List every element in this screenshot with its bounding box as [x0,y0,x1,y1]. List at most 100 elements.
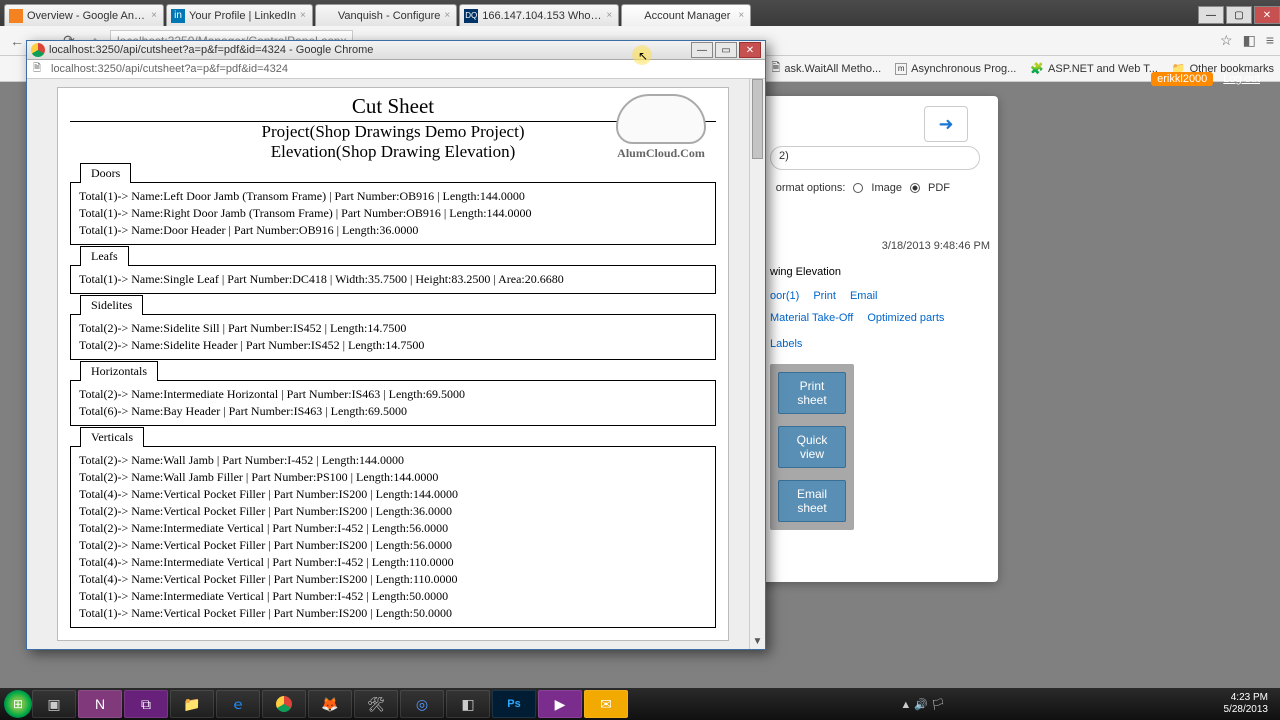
task-vs[interactable]: ⧉ [124,690,168,718]
close-icon[interactable]: × [738,10,744,21]
quick-view-button[interactable]: Quick view [778,426,846,468]
task-app1[interactable]: ◎ [400,690,444,718]
section-heading: Leafs [80,246,129,266]
link-door[interactable]: oor(1) [770,290,799,302]
forward-arrow-button[interactable]: ➜ [924,106,968,142]
data-row: Total(2)-> Name:Sidelite Header | Part N… [79,338,707,353]
close-icon[interactable]: × [151,10,157,21]
cloud-icon [616,94,706,144]
clock-time: 4:23 PM [1223,692,1268,704]
tray-icons[interactable]: ▲ 🔊 🏳 [900,698,945,711]
data-row: Total(2)-> Name:Sidelite Sill | Part Num… [79,321,707,336]
document-viewport[interactable]: Cut Sheet Project(Shop Drawings Demo Pro… [27,79,749,649]
logout-link[interactable]: Log out [1223,73,1260,85]
email-sheet-button[interactable]: Email sheet [778,480,846,522]
elevation-info: 3/18/2013 9:48:46 PM wing Elevation oor(… [770,240,990,530]
page-icon: m [895,63,907,75]
favicon-icon: in [171,9,185,23]
bookmark-waitall[interactable]: 🗎ask.WaitAll Metho... [772,59,882,78]
close-icon[interactable]: × [444,10,450,21]
bookmark-label: Asynchronous Prog... [911,63,1016,75]
tab-account-manager[interactable]: Account Manager × [621,4,751,26]
bookmark-label: ASP.NET and Web T... [1048,63,1158,75]
popup-url-text: localhost:3250/api/cutsheet?a=p&f=pdf&id… [51,63,288,75]
favicon-icon [626,9,640,23]
close-icon[interactable]: × [606,10,612,21]
popup-title-text: localhost:3250/api/cutsheet?a=p&f=pdf&id… [49,44,373,56]
search-input[interactable]: 2) [770,146,980,170]
task-media[interactable]: ▶ [538,690,582,718]
task-onenote[interactable]: N [78,690,122,718]
user-chip[interactable]: erikkl2000 [1151,72,1213,86]
data-row: Total(2)-> Name:Wall Jamb | Part Number:… [79,453,707,468]
link-material-takeoff[interactable]: Material Take-Off [770,312,853,324]
tab-label: Your Profile | LinkedIn [189,10,296,22]
format-label: ormat options: [776,182,846,194]
browser-tabstrip: Overview - Google Analy× in Your Profile … [0,0,1280,26]
tab-linkedin[interactable]: in Your Profile | LinkedIn × [166,4,313,26]
section-heading: Horizontals [80,361,158,381]
link-print[interactable]: Print [813,290,836,302]
task-chrome[interactable] [262,690,306,718]
data-row: Total(2)-> Name:Vertical Pocket Filler |… [79,538,707,553]
task-cmd[interactable]: ▣ [32,690,76,718]
input-value: 2) [779,150,789,162]
elevation-name: wing Elevation [770,266,990,278]
clock-date: 5/28/2013 [1223,704,1268,716]
popup-close-button[interactable]: ✕ [739,42,761,58]
section-leafs: Leafs Total(1)-> Name:Single Leaf | Part… [70,245,716,294]
menu-icon[interactable]: ≡ [1266,32,1274,49]
data-row: Total(4)-> Name:Vertical Pocket Filler |… [79,487,707,502]
task-explorer[interactable]: 📁 [170,690,214,718]
link-email[interactable]: Email [850,290,878,302]
tab-label: Account Manager [644,10,734,22]
timestamp: 3/18/2013 9:48:46 PM [770,240,990,252]
back-button[interactable]: ← [6,30,28,52]
scroll-down-icon[interactable]: ▼ [750,633,765,649]
start-button[interactable]: ⊞ [4,690,32,718]
taskbar: ⊞ ▣ N ⧉ 📁 ｅ 🦊 🛠 ◎ ◧ Ps ▶ ✉ ▲ 🔊 🏳 4:23 PM… [0,688,1280,720]
bookmark-label: ask.WaitAll Metho... [784,63,881,75]
link-optimized-parts[interactable]: Optimized parts [867,312,944,324]
maximize-button[interactable]: ▢ [1226,6,1252,24]
data-row: Total(2)-> Name:Wall Jamb Filler | Part … [79,470,707,485]
task-outlook[interactable]: ✉ [584,690,628,718]
link-labels[interactable]: Labels [770,338,802,350]
radio-pdf[interactable] [910,183,920,193]
popup-address-bar[interactable]: 🗎 localhost:3250/api/cutsheet?a=p&f=pdf&… [27,60,765,79]
scrollbar[interactable]: ▲ ▼ [749,79,765,649]
tab-label: 166.147.104.153 Whois lo [482,10,602,22]
action-buttons: Print sheet Quick view Email sheet [770,364,854,530]
section-sidelites: Sidelites Total(2)-> Name:Sidelite Sill … [70,294,716,360]
user-bar: erikkl2000 Log out [1151,72,1260,86]
tab-whois[interactable]: DQ166.147.104.153 Whois lo× [459,4,619,26]
favicon-icon [9,9,23,23]
data-row: Total(2)-> Name:Intermediate Vertical | … [79,521,707,536]
clock[interactable]: 4:23 PM 5/28/2013 [1223,692,1276,716]
close-button[interactable]: ✕ [1254,6,1280,24]
extension-icon[interactable]: ◧ [1243,32,1256,49]
section-doors: Doors Total(1)-> Name:Left Door Jamb (Tr… [70,162,716,245]
print-sheet-button[interactable]: Print sheet [778,372,846,414]
star-icon[interactable]: ☆ [1220,32,1233,49]
scroll-thumb[interactable] [752,79,763,159]
radio-image[interactable] [853,183,863,193]
bookmark-aspnet[interactable]: 🧩ASP.NET and Web T... [1030,62,1158,75]
popup-window: localhost:3250/api/cutsheet?a=p&f=pdf&id… [26,40,766,650]
minimize-button[interactable]: — [1198,6,1224,24]
tab-analytics[interactable]: Overview - Google Analy× [4,4,164,26]
task-tools[interactable]: 🛠 [354,690,398,718]
close-icon[interactable]: × [300,10,306,21]
bookmark-async[interactable]: m Asynchronous Prog... [895,63,1016,75]
task-photoshop[interactable]: Ps [492,690,536,718]
popup-minimize-button[interactable]: — [691,42,713,58]
popup-titlebar[interactable]: localhost:3250/api/cutsheet?a=p&f=pdf&id… [27,41,765,60]
tab-vanquish[interactable]: Vanquish - Configure× [315,4,457,26]
task-app2[interactable]: ◧ [446,690,490,718]
section-horizontals: Horizontals Total(2)-> Name:Intermediate… [70,360,716,426]
section-rows: Total(2)-> Name:Wall Jamb | Part Number:… [70,446,716,628]
popup-maximize-button[interactable]: ▭ [715,42,737,58]
data-row: Total(2)-> Name:Intermediate Horizontal … [79,387,707,402]
task-ie[interactable]: ｅ [216,690,260,718]
task-firefox[interactable]: 🦊 [308,690,352,718]
